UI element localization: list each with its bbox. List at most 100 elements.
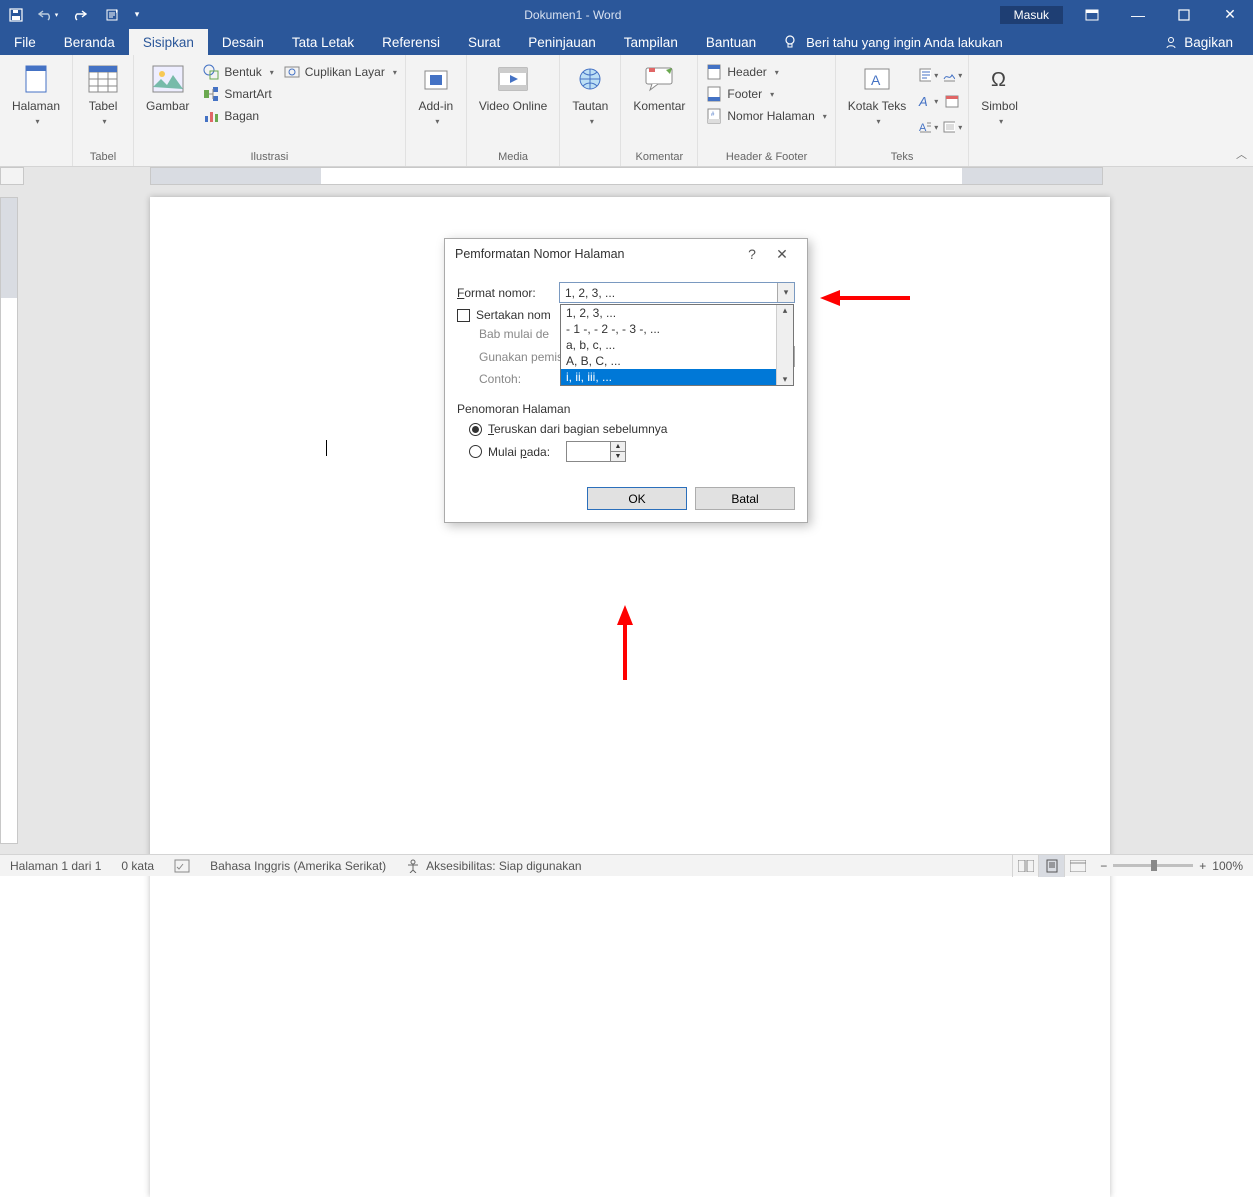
ribbon-display-icon[interactable] [1069,0,1115,29]
continue-label: Teruskan dari bagian sebelumnya [488,422,667,436]
minimize-icon[interactable]: — [1115,0,1161,29]
footer-icon [706,86,722,102]
format-value: 1, 2, 3, ... [560,286,777,300]
dialog-titlebar[interactable]: Pemformatan Nomor Halaman ? ✕ [445,239,807,269]
symbol-button[interactable]: Ω Simbol [975,61,1024,128]
weblayout-icon [1070,860,1086,872]
footer-button[interactable]: Footer [704,85,828,103]
vertical-ruler[interactable] [0,197,18,844]
word-count[interactable]: 0 kata [111,859,164,873]
group-label-tables: Tabel [79,149,127,166]
tab-view[interactable]: Tampilan [610,29,692,55]
zoom-out-button[interactable]: − [1100,859,1107,873]
chart-button[interactable]: Bagan [201,107,275,125]
svg-text:A: A [918,94,928,109]
collapse-ribbon-icon[interactable]: ︿ [1236,146,1247,162]
online-video-button[interactable]: Video Online [473,61,554,115]
tell-me-search[interactable]: Beri tahu yang ingin Anda lakukan [770,29,1015,55]
screenshot-button[interactable]: Cuplikan Layar [282,63,399,81]
format-option[interactable]: A, B, C, ... [561,353,793,369]
zoom-in-button[interactable]: + [1199,859,1206,873]
chevron-down-icon[interactable]: ▾ [777,283,794,302]
group-comments: Komentar Komentar [621,55,698,166]
tab-review[interactable]: Peninjauan [514,29,610,55]
share-button[interactable]: Bagikan [1150,29,1253,55]
lightbulb-icon [782,34,798,50]
page-indicator[interactable]: Halaman 1 dari 1 [0,859,111,873]
chart-icon [203,108,219,124]
tab-help[interactable]: Bantuan [692,29,770,55]
spin-down-icon[interactable]: ▼ [611,452,625,461]
group-label-comments: Komentar [627,149,691,166]
tab-file[interactable]: File [0,29,50,55]
textbox-button[interactable]: A Kotak Teks [842,61,912,128]
maximize-icon[interactable] [1161,0,1207,29]
login-button[interactable]: Masuk [1000,6,1063,24]
format-combobox[interactable]: 1, 2, 3, ... ▾ 1, 2, 3, ... - 1 -, - 2 -… [559,282,795,303]
dialog-close-icon[interactable]: ✕ [767,246,797,263]
addin-icon [420,63,452,95]
header-button[interactable]: Header [704,63,828,81]
continue-radio[interactable] [469,423,482,436]
start-at-input[interactable] [567,442,610,461]
tab-mailings[interactable]: Surat [454,29,514,55]
start-at-spinner[interactable]: ▲▼ [566,441,626,462]
group-media: Video Online Media [467,55,561,166]
wordart-button[interactable]: A [918,91,938,111]
horizontal-ruler[interactable] [150,167,1103,185]
pages-button[interactable]: Halaman [6,61,66,128]
links-button[interactable]: Tautan [566,61,614,128]
cancel-button[interactable]: Batal [695,487,795,510]
spin-up-icon[interactable]: ▲ [611,442,625,452]
tab-design[interactable]: Desain [208,29,278,55]
datetime-button[interactable] [942,91,962,111]
ribbon: Halaman Tabel Tabel Gambar Bentuk SmartA… [0,55,1253,167]
spellcheck-button[interactable] [164,859,200,873]
start-at-radio[interactable] [469,445,482,458]
quick-access-toolbar: ▾ ▾ [0,0,146,29]
format-option[interactable]: a, b, c, ... [561,337,793,353]
group-label-illustrations: Ilustrasi [140,149,399,166]
format-option[interactable]: - 1 -, - 2 -, - 3 -, ... [561,321,793,337]
include-chapter-checkbox[interactable] [457,309,470,322]
signature-button[interactable] [942,65,962,85]
web-layout-button[interactable] [1064,855,1090,877]
page-number-button[interactable]: #Nomor Halaman [704,107,828,125]
zoom-level[interactable]: 100% [1212,859,1243,873]
addins-button[interactable]: Add-in [412,61,460,128]
title-bar: ▾ ▾ Dokumen1 - Word Masuk — ✕ [0,0,1253,29]
close-icon[interactable]: ✕ [1207,0,1253,29]
read-mode-button[interactable] [1012,855,1038,877]
customize-icon[interactable] [96,0,128,29]
format-option-selected[interactable]: i, ii, iii, ... [561,369,793,385]
accessibility-indicator[interactable]: Aksesibilitas: Siap digunakan [396,859,591,873]
redo-icon[interactable] [64,0,96,29]
ok-button[interactable]: OK [587,487,687,510]
save-icon[interactable] [0,0,32,29]
comment-button[interactable]: Komentar [627,61,691,115]
table-button[interactable]: Tabel [79,61,127,128]
dropcap-button[interactable]: A [918,117,938,137]
dialog-help-icon[interactable]: ? [737,246,767,262]
share-icon [1164,35,1178,49]
language-indicator[interactable]: Bahasa Inggris (Amerika Serikat) [200,859,396,873]
tab-home[interactable]: Beranda [50,29,129,55]
qat-dropdown-icon[interactable]: ▾ [128,0,146,29]
object-button[interactable] [942,117,962,137]
print-layout-button[interactable] [1038,855,1064,877]
group-links: Tautan [560,55,621,166]
tab-layout[interactable]: Tata Letak [278,29,368,55]
comment-icon [643,63,675,95]
shapes-button[interactable]: Bentuk [201,63,275,81]
smartart-button[interactable]: SmartArt [201,85,275,103]
object-icon [942,119,955,135]
quickparts-button[interactable] [918,65,938,85]
link-icon [574,63,606,95]
dropdown-scrollbar[interactable]: ▴▾ [776,305,793,385]
pictures-button[interactable]: Gambar [140,61,195,115]
zoom-slider[interactable] [1113,864,1193,867]
format-option[interactable]: 1, 2, 3, ... [561,305,793,321]
undo-icon[interactable]: ▾ [32,0,64,29]
tab-insert[interactable]: Sisipkan [129,29,208,55]
tab-references[interactable]: Referensi [368,29,454,55]
